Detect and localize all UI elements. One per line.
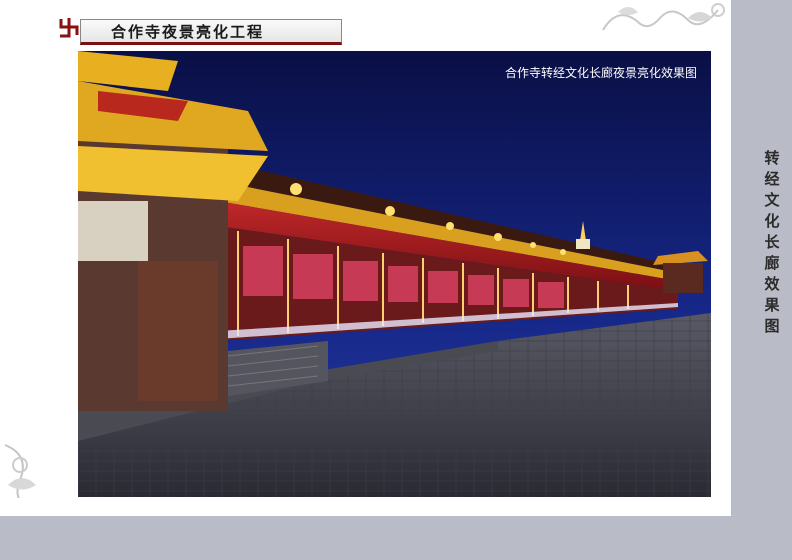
corridor-night-scene: 合作寺转经文化长廊夜景亮化效果图 (78, 51, 711, 497)
image-caption: 合作寺转经文化长廊夜景亮化效果图 (505, 65, 697, 80)
page: 合作寺夜景亮化工程 合作寺转经文化长廊夜景亮化效果图 转经文化长廊效果图 (0, 0, 792, 560)
vertical-title-box: 转经文化长廊效果图 (756, 150, 786, 410)
vertical-title-text: 转经文化长廊效果图 (762, 150, 781, 339)
page-title: 合作寺夜景亮化工程 (111, 23, 265, 41)
night-rendering-image: 合作寺转经文化长廊夜景亮化效果图 (78, 51, 711, 497)
swastika-logo-icon (58, 15, 82, 39)
bottom-gray-band (0, 516, 792, 560)
decorative-cloud-pattern-top (602, 3, 725, 31)
vertical-title: 转经文化长廊效果图 (756, 150, 786, 339)
bottom-white-strip (0, 498, 731, 516)
header-title-bar: 合作寺夜景亮化工程 (80, 19, 342, 45)
